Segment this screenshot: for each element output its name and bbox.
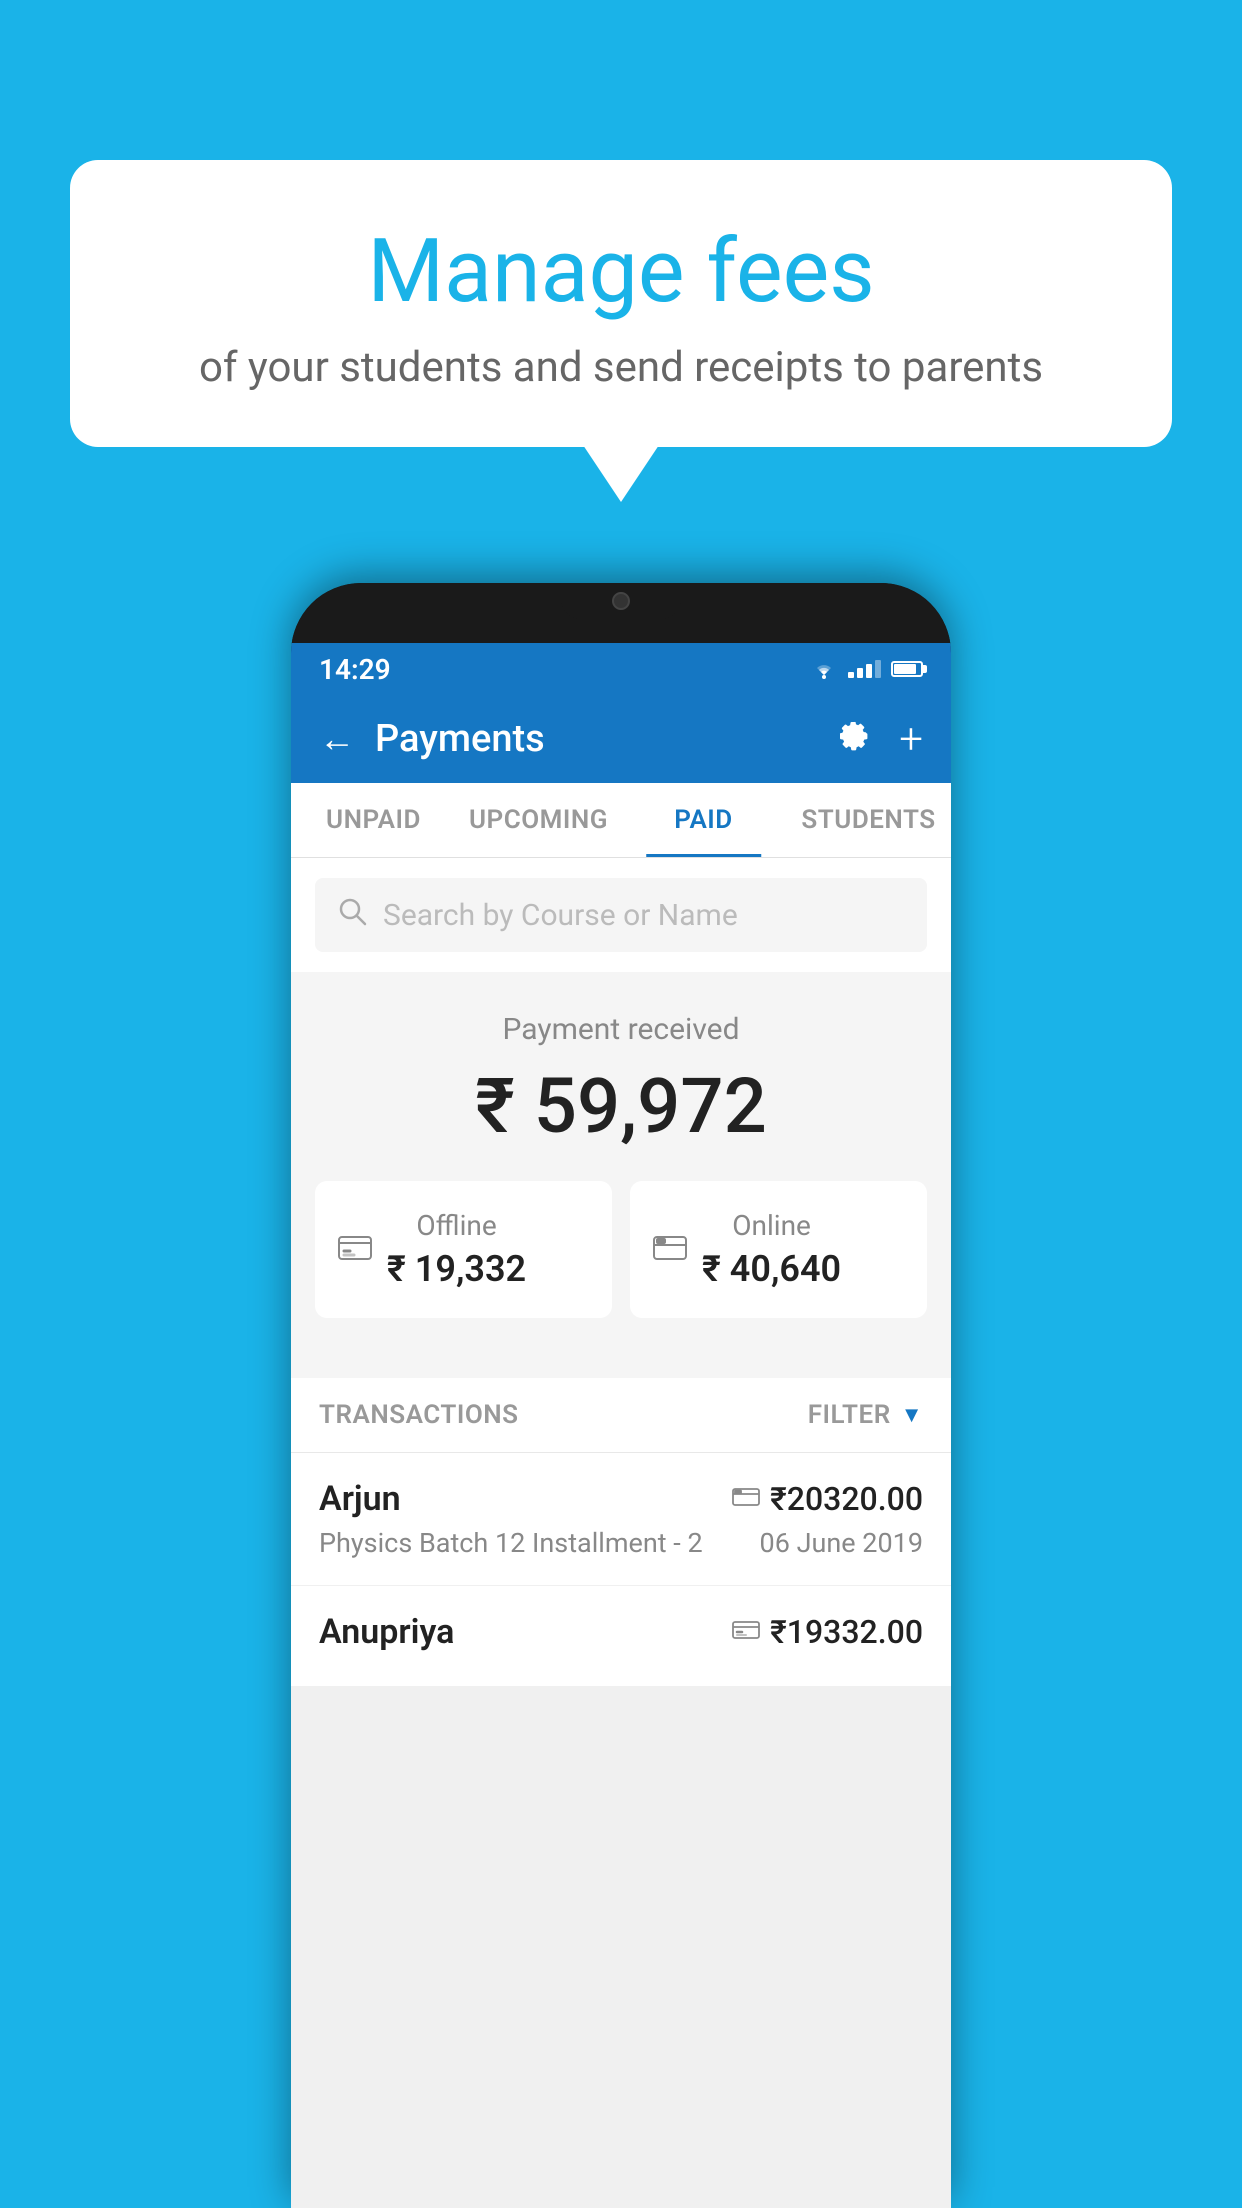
speech-bubble: Manage fees of your students and send re… <box>70 160 1172 447</box>
battery-icon <box>891 661 923 677</box>
transactions-header: TRANSACTIONS FILTER ▼ <box>291 1378 951 1453</box>
add-icon[interactable]: + <box>899 715 923 764</box>
payment-total-amount: ₹ 59,972 <box>291 1061 951 1151</box>
filter-label: FILTER <box>808 1400 891 1430</box>
transaction-name: Arjun <box>319 1479 401 1519</box>
transaction-amount-wrap: ₹20320.00 <box>732 1480 923 1518</box>
phone-frame: 14:29 ← Payments <box>291 583 951 2208</box>
phone-notch <box>561 583 681 619</box>
app-header: ← Payments + <box>291 695 951 783</box>
transaction-row[interactable]: Arjun ₹20320.00 Physics Batch 12 Install… <box>291 1453 951 1586</box>
payment-received-section: Payment received ₹ 59,972 Offl <box>291 972 951 1378</box>
bubble-subtitle: of your students and send receipts to pa… <box>120 343 1122 392</box>
back-button[interactable]: ← <box>319 718 355 760</box>
bubble-title: Manage fees <box>120 220 1122 323</box>
tab-upcoming[interactable]: UPCOMING <box>456 783 621 857</box>
wifi-icon <box>810 659 838 679</box>
online-amount: ₹ 40,640 <box>702 1248 841 1290</box>
tab-unpaid[interactable]: UNPAID <box>291 783 456 857</box>
transaction-name: Anupriya <box>319 1612 454 1652</box>
status-icons <box>810 659 923 679</box>
status-time: 14:29 <box>319 653 391 686</box>
settings-icon[interactable] <box>835 717 871 762</box>
online-label: Online <box>702 1209 841 1242</box>
transaction-top: Anupriya ₹19332.00 <box>319 1612 923 1652</box>
search-placeholder: Search by Course or Name <box>383 898 738 933</box>
offline-amount: ₹ 19,332 <box>387 1248 526 1290</box>
transaction-date: 06 June 2019 <box>760 1527 923 1559</box>
transaction-top: Arjun ₹20320.00 <box>319 1479 923 1519</box>
transaction-amount: ₹19332.00 <box>770 1613 923 1651</box>
offline-label: Offline <box>387 1209 526 1242</box>
filter-button[interactable]: FILTER ▼ <box>808 1400 923 1430</box>
card-payment-icon <box>732 1485 760 1513</box>
offline-payment-icon <box>732 1618 760 1646</box>
status-bar: 14:29 <box>291 643 951 695</box>
phone-content: Search by Course or Name Payment receive… <box>291 858 951 2208</box>
tab-students[interactable]: STUDENTS <box>786 783 951 857</box>
battery-fill <box>894 664 916 674</box>
search-input[interactable]: Search by Course or Name <box>315 878 927 952</box>
search-bar-container: Search by Course or Name <box>291 858 951 972</box>
header-actions: + <box>835 715 923 764</box>
tab-paid[interactable]: PAID <box>621 783 786 857</box>
online-info: Online ₹ 40,640 <box>702 1209 841 1290</box>
header-title: Payments <box>375 717 835 761</box>
payment-cards: Offline ₹ 19,332 Online <box>291 1181 951 1348</box>
transaction-amount-wrap: ₹19332.00 <box>732 1613 923 1651</box>
tabs: UNPAID UPCOMING PAID STUDENTS <box>291 783 951 858</box>
offline-payment-card: Offline ₹ 19,332 <box>315 1181 612 1318</box>
camera <box>612 592 630 610</box>
filter-icon: ▼ <box>901 1402 923 1428</box>
offline-info: Offline ₹ 19,332 <box>387 1209 526 1290</box>
transaction-amount: ₹20320.00 <box>770 1480 923 1518</box>
transaction-row[interactable]: Anupriya ₹19332.00 <box>291 1586 951 1687</box>
transactions-label: TRANSACTIONS <box>319 1400 519 1430</box>
payment-received-label: Payment received <box>291 1012 951 1047</box>
signal-icon <box>848 660 881 678</box>
online-payment-card: Online ₹ 40,640 <box>630 1181 927 1318</box>
transaction-bottom: Physics Batch 12 Installment - 2 06 June… <box>319 1527 923 1559</box>
phone-top-bar <box>291 583 951 643</box>
search-icon <box>337 896 367 934</box>
transaction-course: Physics Batch 12 Installment - 2 <box>319 1527 703 1559</box>
offline-icon <box>337 1230 373 1270</box>
online-icon <box>652 1230 688 1270</box>
